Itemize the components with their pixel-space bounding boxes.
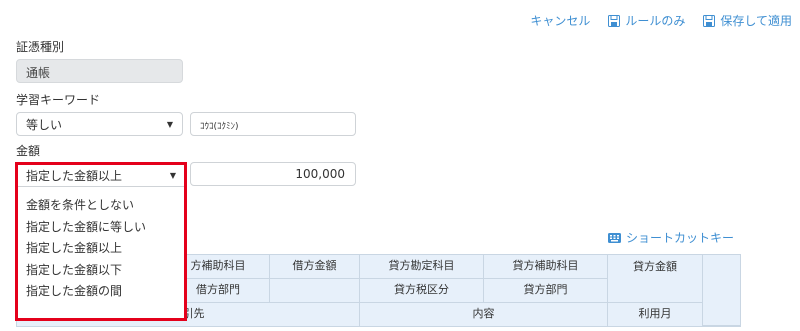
keyword-condition-select[interactable]: 等しい ▼ — [16, 112, 183, 136]
keyword-condition-value: 等しい — [26, 117, 63, 132]
grid-header-cell: 内容 — [360, 303, 608, 326]
voucher-type-label: 証憑種別 — [16, 40, 65, 54]
cancel-button[interactable]: キャンセル — [530, 12, 590, 29]
grid-header-cell: 貸方金額 — [608, 255, 703, 303]
grid-header-cell: 貸方勘定科目 — [360, 255, 484, 279]
voucher-type-field: 通帳 — [16, 59, 183, 83]
save-apply-button[interactable]: 保存して適用 — [703, 12, 792, 29]
grid-header-cell: 貸方補助科目 — [484, 255, 608, 279]
grid-header-cell — [270, 279, 360, 303]
dropdown-option[interactable]: 金額を条件としない — [18, 195, 184, 217]
grid-header-cell: 借方金額 — [270, 255, 360, 279]
shortcut-key-label: ショートカットキー — [625, 231, 734, 245]
header-toolbar: キャンセル ルールのみ 保存して適用 — [530, 12, 792, 29]
amount-condition-select[interactable]: 指定した金額以上 ▼ — [18, 165, 184, 187]
dropdown-option[interactable]: 指定した金額に等しい — [18, 217, 184, 239]
dropdown-option[interactable]: 指定した金額以上 — [18, 238, 184, 260]
save-apply-label: 保存して適用 — [720, 14, 792, 28]
rule-only-label: ルールのみ — [625, 14, 686, 28]
grid-header-cell: 貸方部門 — [484, 279, 608, 303]
dropdown-option[interactable]: 指定した金額以下 — [18, 260, 184, 282]
keyboard-icon — [607, 232, 621, 243]
amount-condition-value: 指定した金額以上 — [26, 169, 123, 183]
amount-label: 金額 — [16, 144, 41, 158]
grid-header-cell — [703, 255, 740, 326]
rule-only-button[interactable]: ルールのみ — [608, 12, 685, 29]
amount-condition-dropdown: 指定した金額以上 ▼ 金額を条件としない 指定した金額に等しい 指定した金額以上… — [15, 162, 187, 321]
shortcut-key-link[interactable]: ショートカットキー — [607, 229, 734, 246]
grid-header-cell: 利用月 — [608, 303, 703, 326]
save-icon — [608, 14, 621, 27]
amount-condition-options: 金額を条件としない 指定した金額に等しい 指定した金額以上 指定した金額以下 指… — [18, 195, 184, 303]
grid-header-cell: 貸方税区分 — [360, 279, 484, 303]
amount-input[interactable]: 100,000 — [190, 162, 356, 186]
chevron-down-icon: ▼ — [166, 119, 173, 129]
dropdown-option[interactable]: 指定した金額の間 — [18, 281, 184, 303]
keyword-input[interactable]: ｺｳｺ(ｺｸﾐﾝ) — [190, 112, 356, 136]
save-icon — [703, 14, 716, 27]
keyword-label: 学習キーワード — [16, 93, 101, 107]
chevron-down-icon: ▼ — [169, 171, 176, 180]
